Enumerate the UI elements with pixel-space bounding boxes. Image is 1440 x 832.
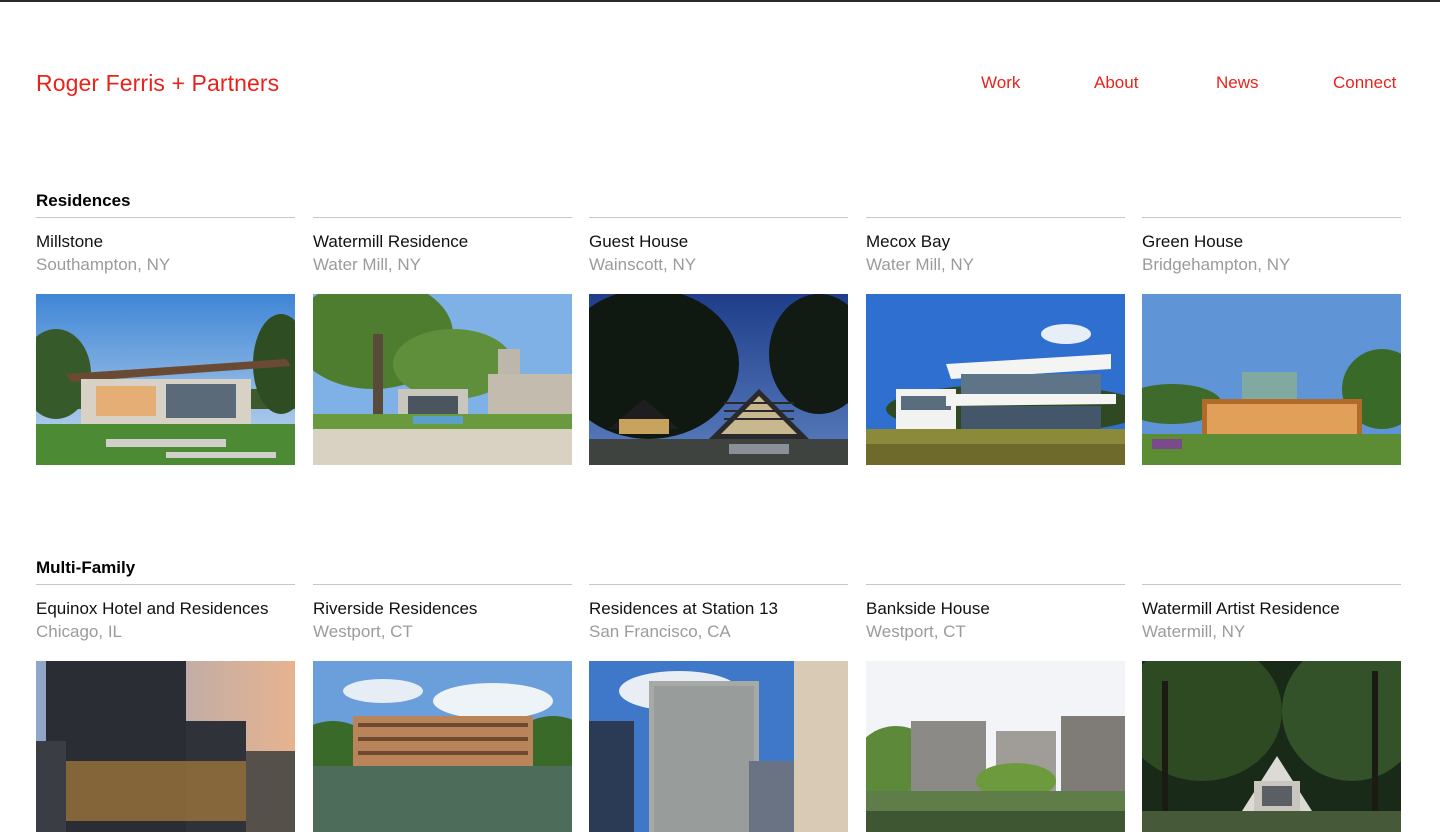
project-location: Southampton, NY [36, 255, 171, 274]
project-location: Water Mill, NY [313, 255, 421, 274]
project-name: Millstone [36, 232, 104, 251]
card-divider [36, 584, 295, 585]
project-photo[interactable] [1142, 661, 1401, 832]
card-divider [313, 217, 572, 218]
project-photo[interactable] [866, 661, 1125, 832]
section-residences: Residences Millstone Southampton, NY Wat… [36, 191, 1404, 465]
project-photo[interactable] [36, 661, 295, 832]
project-location: Westport, CT [313, 622, 413, 641]
project-name: Bankside House [866, 599, 990, 618]
project-name: Riverside Residences [313, 599, 478, 618]
project-name: Mecox Bay [866, 232, 951, 251]
project-location: Water Mill, NY [866, 255, 974, 274]
card-divider [866, 217, 1125, 218]
project-photo[interactable] [866, 294, 1125, 465]
nav-news[interactable]: News [1216, 73, 1259, 93]
project-name: Green House [1142, 232, 1244, 251]
project-photo[interactable] [36, 294, 295, 465]
nav-connect[interactable]: Connect [1333, 73, 1396, 93]
project-location: Wainscott, NY [589, 255, 697, 274]
card-divider [1142, 584, 1401, 585]
section-multi-family: Multi-Family Equinox Hotel and Residence… [36, 558, 1404, 832]
project-location: Bridgehampton, NY [1142, 255, 1291, 274]
section-title: Multi-Family [36, 558, 136, 577]
card-divider [1142, 217, 1401, 218]
project-name: Residences at Station 13 [589, 599, 779, 618]
project-photo[interactable] [313, 294, 572, 465]
card-divider [589, 584, 848, 585]
project-location: Chicago, IL [36, 622, 122, 641]
project-name: Watermill Residence [313, 232, 469, 251]
nav-work[interactable]: Work [981, 73, 1020, 93]
site-header: Roger Ferris + Partners Work About News … [0, 0, 1440, 140]
site-logo[interactable]: Roger Ferris + Partners [36, 70, 279, 97]
card-divider [313, 584, 572, 585]
card-divider [866, 584, 1125, 585]
project-photo[interactable] [313, 661, 572, 832]
project-name: Watermill Artist Residence [1142, 599, 1340, 618]
project-photo[interactable] [1142, 294, 1401, 465]
project-location: Watermill, NY [1142, 622, 1246, 641]
card-divider [589, 217, 848, 218]
project-photo[interactable] [589, 294, 848, 465]
project-location: Westport, CT [866, 622, 966, 641]
project-name: Guest House [589, 232, 689, 251]
section-title: Residences [36, 191, 131, 210]
project-location: San Francisco, CA [589, 622, 731, 641]
project-photo[interactable] [589, 661, 848, 832]
project-name: Equinox Hotel and Residences [36, 599, 269, 618]
nav-about[interactable]: About [1094, 73, 1138, 93]
card-divider [36, 217, 295, 218]
